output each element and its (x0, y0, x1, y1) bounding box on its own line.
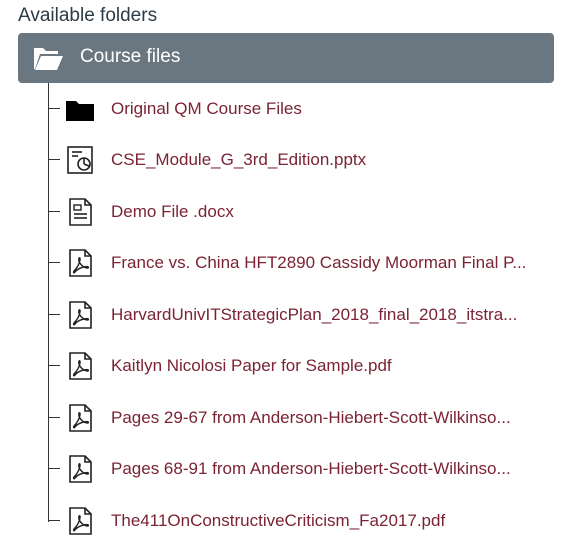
folder-icon (64, 93, 96, 125)
file-link[interactable]: Demo File .docx (111, 202, 234, 222)
panel-heading: Available folders (18, 5, 158, 26)
tree-branch (48, 159, 60, 160)
file-list-item[interactable]: CSE_Module_G_3rd_Edition.pptx (48, 140, 568, 180)
file-list-item[interactable]: Kaitlyn Nicolosi Paper for Sample.pdf (48, 346, 568, 386)
tree-branch (48, 211, 60, 212)
course-files-folder[interactable]: Course files (18, 33, 554, 83)
file-link[interactable]: Original QM Course Files (111, 99, 302, 119)
tree-branch (48, 314, 60, 315)
pdf-file-icon (64, 402, 96, 434)
pdf-file-icon (64, 350, 96, 382)
file-link[interactable]: Pages 29-67 from Anderson-Hiebert-Scott-… (111, 408, 511, 428)
file-list-item[interactable]: France vs. China HFT2890 Cassidy Moorman… (48, 243, 568, 283)
tree-branch (48, 468, 60, 469)
file-list-item[interactable]: Pages 68-91 from Anderson-Hiebert-Scott-… (48, 449, 568, 489)
tree-branch (48, 262, 60, 263)
pdf-file-icon (64, 247, 96, 279)
document-file-icon (64, 196, 96, 228)
file-list-item[interactable]: Demo File .docx (48, 192, 568, 232)
pdf-file-icon (64, 299, 96, 331)
file-link[interactable]: HarvardUnivITStrategicPlan_2018_final_20… (111, 305, 517, 325)
file-link[interactable]: The411OnConstructiveCriticism_Fa2017.pdf (111, 511, 445, 531)
open-folder-icon (34, 48, 63, 70)
file-link[interactable]: Pages 68-91 from Anderson-Hiebert-Scott-… (111, 459, 511, 479)
tree-branch (48, 365, 60, 366)
file-link[interactable]: CSE_Module_G_3rd_Edition.pptx (111, 150, 366, 170)
course-files-label: Course files (80, 46, 181, 67)
tree-branch (48, 417, 60, 418)
pdf-file-icon (64, 505, 96, 537)
presentation-file-icon (64, 144, 96, 176)
file-list-item[interactable]: Pages 29-67 from Anderson-Hiebert-Scott-… (48, 398, 568, 438)
file-link[interactable]: Kaitlyn Nicolosi Paper for Sample.pdf (111, 356, 392, 376)
file-list-item[interactable]: Original QM Course Files (48, 89, 568, 129)
file-list-item[interactable]: The411OnConstructiveCriticism_Fa2017.pdf (48, 501, 568, 541)
file-list-item[interactable]: HarvardUnivITStrategicPlan_2018_final_20… (48, 295, 568, 335)
pdf-file-icon (64, 453, 96, 485)
tree-branch (48, 520, 60, 521)
tree-branch (48, 108, 60, 109)
file-link[interactable]: France vs. China HFT2890 Cassidy Moorman… (111, 253, 526, 273)
